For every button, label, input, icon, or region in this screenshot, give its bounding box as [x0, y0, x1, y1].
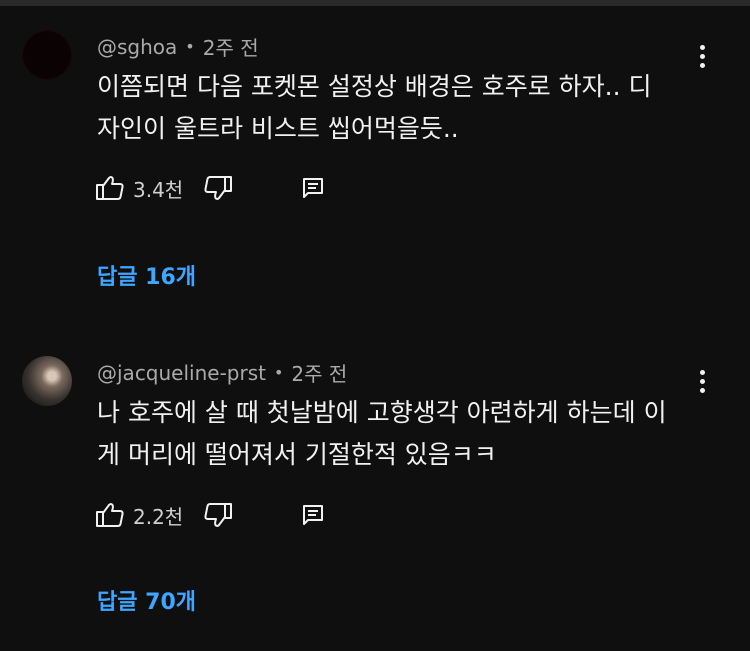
avatar[interactable]	[22, 30, 72, 80]
dislike-button[interactable]	[203, 501, 233, 529]
view-replies-button[interactable]: 답글 70개	[97, 584, 196, 616]
dislike-icon	[204, 176, 233, 200]
comment-actions: 2.2천	[95, 498, 325, 532]
dislike-icon	[204, 503, 233, 527]
comment-text-line: 게 머리에 떨어져서 기절한적 있음ㅋㅋ	[97, 440, 497, 469]
like-button[interactable]	[95, 174, 125, 202]
reply-button[interactable]	[301, 503, 325, 527]
comment-header: @sghoa • 2주 전	[97, 32, 259, 61]
comment-item: @jacqueline-prst • 2주 전 나 호주에 살 때 첫날밤에 고…	[0, 330, 750, 650]
like-count: 3.4천	[133, 177, 184, 202]
meta-separator: •	[185, 37, 195, 56]
like-icon	[96, 176, 124, 200]
comment-text: 나 호주에 살 때 첫날밤에 고향생각 아련하게 하는데 이 게 머리에 떨어져…	[97, 392, 697, 476]
reply-button[interactable]	[301, 176, 325, 200]
comment-header: @jacqueline-prst • 2주 전	[97, 358, 347, 387]
comment-time[interactable]: 2주 전	[291, 358, 347, 387]
meta-separator: •	[273, 363, 284, 382]
comment-text: 이쯤되면 다음 포켓몬 설정상 배경은 호주로 하자.. 디 자인이 울트라 비…	[97, 66, 697, 150]
like-icon	[96, 503, 124, 527]
view-replies-button[interactable]: 답글 16개	[97, 259, 196, 291]
avatar[interactable]	[22, 356, 72, 406]
comment-text-line: 이쯤되면 다음 포켓몬 설정상 배경은 호주로 하자.. 디	[97, 72, 652, 101]
reply-icon	[303, 178, 324, 198]
dislike-button[interactable]	[203, 174, 233, 202]
comment-time[interactable]: 2주 전	[203, 32, 259, 61]
reply-icon	[303, 505, 324, 525]
comment-text-line: 나 호주에 살 때 첫날밤에 고향생각 아련하게 하는데 이	[97, 398, 667, 427]
author-name[interactable]: @sghoa	[97, 35, 177, 59]
author-name[interactable]: @jacqueline-prst	[97, 361, 266, 385]
comment-item: @sghoa • 2주 전 이쯤되면 다음 포켓몬 설정상 배경은 호주로 하자…	[0, 6, 750, 326]
like-button[interactable]	[95, 501, 125, 529]
comment-text-line: 자인이 울트라 비스트 씹어먹을듯..	[97, 114, 459, 143]
comment-actions: 3.4천	[95, 171, 325, 205]
like-count: 2.2천	[133, 504, 184, 529]
